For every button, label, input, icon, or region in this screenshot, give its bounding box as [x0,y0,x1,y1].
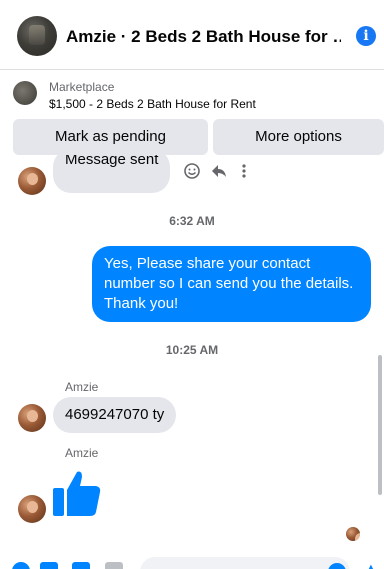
smiley-icon[interactable] [183,162,201,180]
marketplace-label: Marketplace [49,80,115,94]
gif-icon[interactable] [105,562,123,569]
message-text: Yes, Please share your contact number so… [104,255,354,312]
image-icon[interactable] [40,562,58,569]
listing-title[interactable]: $1,500 - 2 Beds 2 Bath House for Rent [49,97,256,111]
avatar [18,404,46,432]
info-icon[interactable]: i [356,26,376,46]
contact-avatar[interactable] [17,16,57,56]
message-composer: ▲ [0,550,384,569]
like-icon[interactable]: ▲ [363,561,381,569]
listing-thumbnail[interactable] [13,81,37,105]
read-receipt-avatar [346,527,360,541]
message-thread[interactable]: Message sent 6:32 AM Yes, Please share y… [0,155,384,550]
message-bubble-outgoing[interactable]: Yes, Please share your contact number so… [92,246,371,322]
sender-name: Amzie [65,380,99,394]
scrollbar[interactable] [378,355,382,495]
message-bubble-incoming[interactable]: Message sent [53,155,171,193]
mark-as-pending-button[interactable]: Mark as pending [13,119,208,155]
sender-name: Amzie [65,446,99,460]
timestamp: 10:25 AM [165,343,219,357]
reply-icon[interactable] [210,162,228,180]
timestamp: 6:32 AM [169,214,215,228]
avatar [18,495,46,523]
chat-header: Amzie · 2 Beds 2 Bath House for … i [0,0,384,70]
plus-icon[interactable] [12,562,30,569]
more-vertical-icon[interactable] [239,162,249,180]
avatar [18,167,46,195]
message-text: 4699247070 ty [65,406,165,423]
chat-title[interactable]: Amzie · 2 Beds 2 Bath House for … [66,27,341,47]
message-input[interactable] [140,557,350,569]
message-bubble-incoming[interactable]: 4699247070 ty [53,397,177,433]
message-text: Message sent [65,155,159,168]
marketplace-banner: Marketplace $1,500 - 2 Beds 2 Bath House… [0,70,384,155]
thumbs-up-icon[interactable] [52,468,102,518]
sticker-icon[interactable] [72,562,90,569]
more-options-button[interactable]: More options [213,119,384,155]
